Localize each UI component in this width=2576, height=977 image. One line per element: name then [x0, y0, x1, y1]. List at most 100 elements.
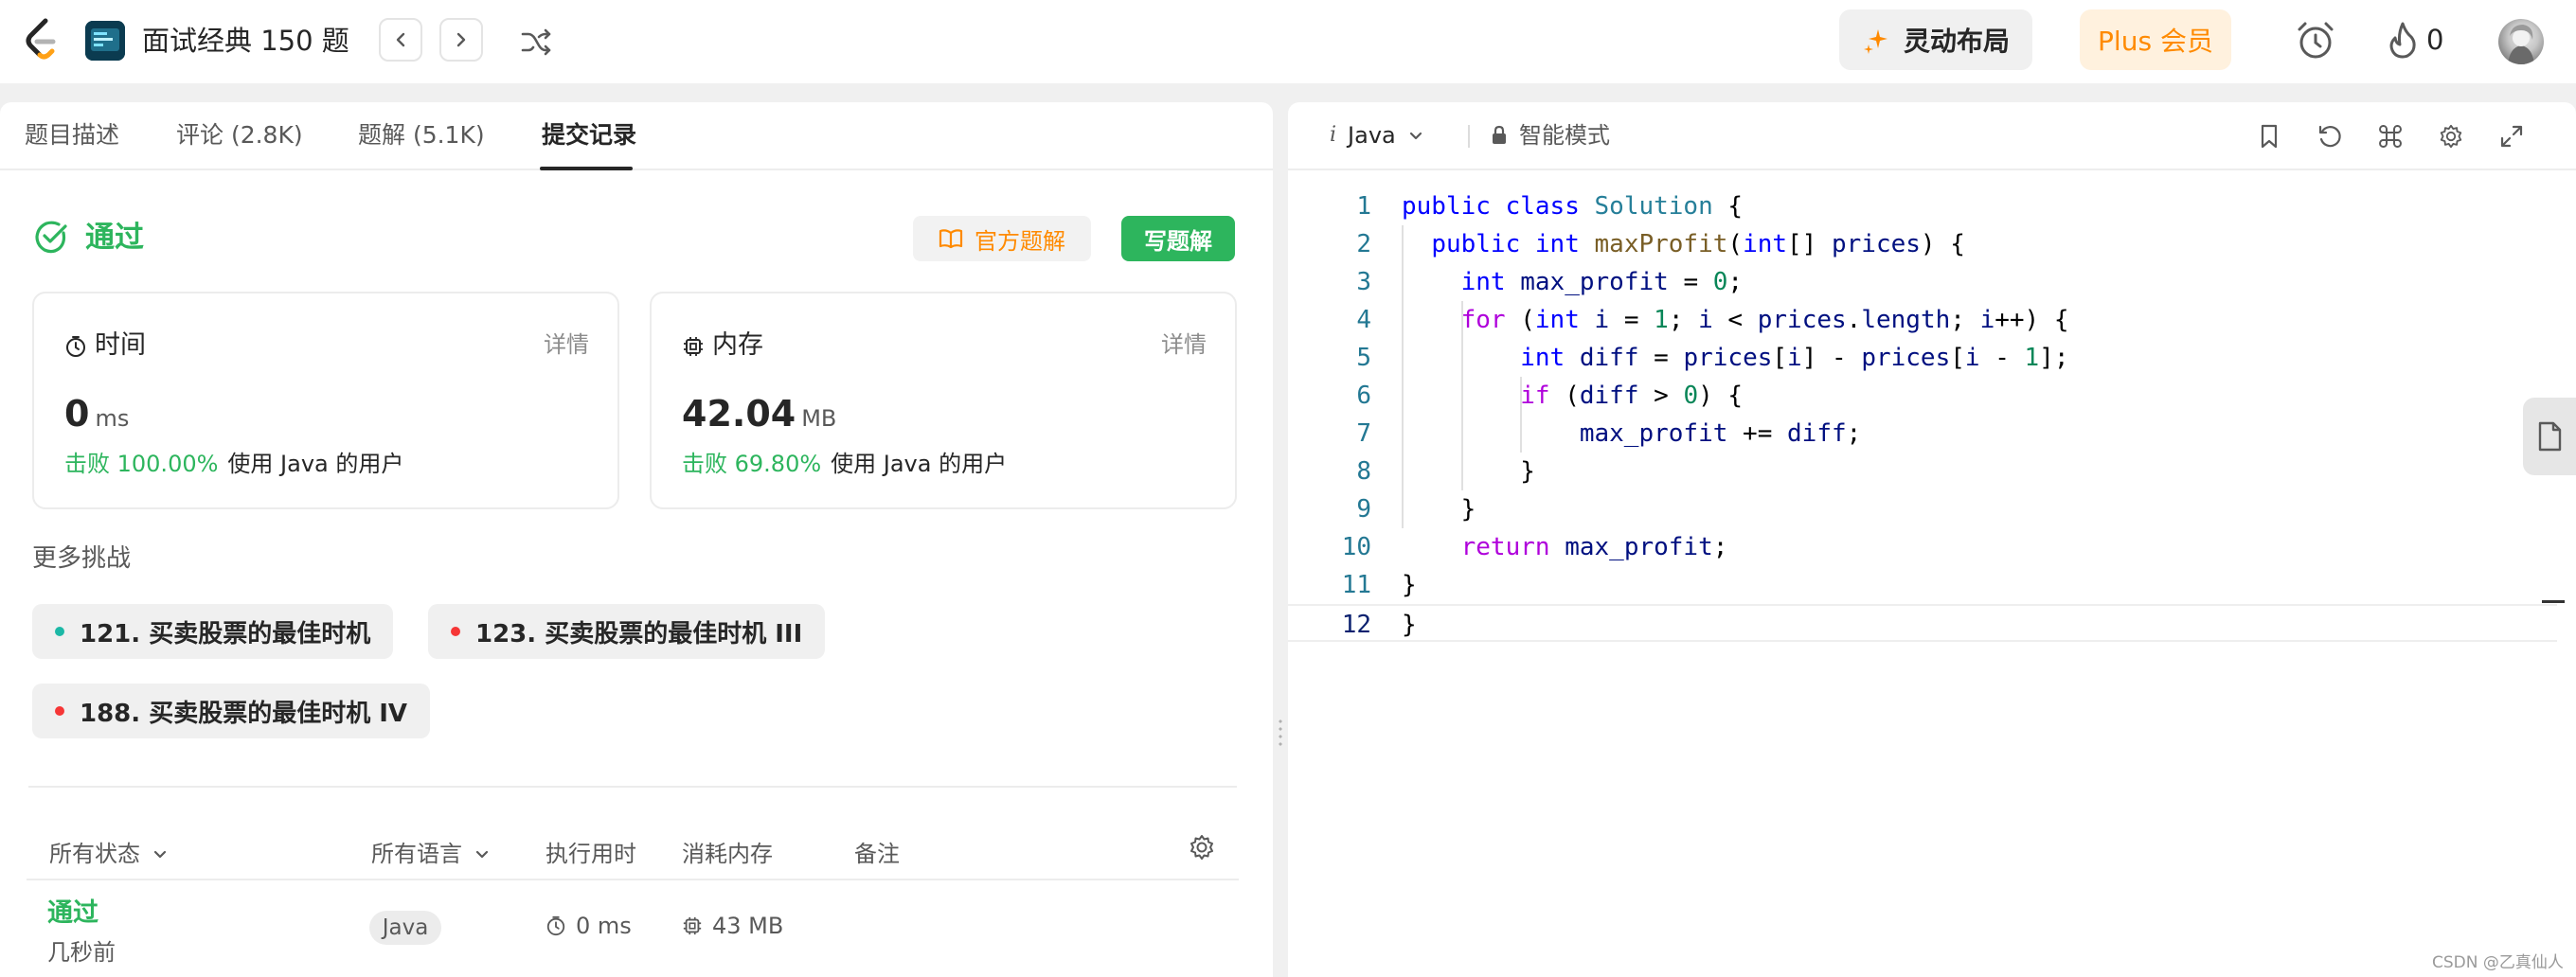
smart-mode-toggle[interactable]: 智能模式 [1491, 119, 1610, 151]
code-line[interactable]: 8 } [1288, 453, 2557, 490]
toolbar-separator [1468, 125, 1470, 148]
side-panel-toggle[interactable] [2523, 398, 2576, 475]
scroll-position-marker [2542, 600, 2565, 603]
code-line[interactable]: 6 if (diff > 0) { [1288, 377, 2557, 415]
runtime-detail-link[interactable]: 详情 [544, 328, 589, 362]
row-status[interactable]: 通过 [47, 896, 98, 932]
row-runtime-value: 0 ms [576, 913, 632, 939]
panel-tabs: 题目描述 评论 (2.8K) 题解 (5.1K) 提交记录 [0, 102, 1273, 170]
runtime-beat-percent: 击败 100.00% [64, 451, 219, 477]
dynamic-layout-button[interactable]: 灵动布局 [1839, 9, 2032, 70]
code-line[interactable]: 11} [1288, 566, 2557, 604]
notes-header: 备注 [854, 841, 900, 867]
line-number: 11 [1341, 571, 1371, 599]
row-runtime: 0 ms [546, 909, 632, 943]
runtime-number: 0 [64, 393, 90, 435]
memory-beat-desc: 使用 Java 的用户 [831, 451, 1008, 477]
chevron-down-icon [1409, 132, 1422, 140]
line-number: 10 [1341, 533, 1371, 561]
editor-toolbar: i Java 智能模式 [1288, 102, 2576, 170]
bookmark-icon[interactable] [2252, 119, 2286, 153]
table-header-divider [27, 879, 1239, 880]
line-number: 3 [1356, 268, 1371, 296]
language-filter[interactable]: 所有语言 [371, 837, 491, 871]
write-solution-button[interactable]: 写题解 [1121, 216, 1235, 261]
chevron-right-icon [456, 32, 466, 47]
tab-comments[interactable]: 评论 (2.8K) [176, 119, 303, 151]
watermark: CSDN @乙真仙人 [2432, 953, 2564, 972]
code-line-current[interactable]: 12} [1288, 604, 2557, 642]
line-number: 8 [1356, 457, 1371, 486]
gear-icon[interactable] [1188, 833, 1216, 862]
challenge-chip[interactable]: 121. 买卖股票的最佳时机 [32, 604, 394, 659]
next-question-button[interactable] [439, 18, 483, 62]
runtime-value: 0 ms [64, 390, 129, 442]
top-bar: 面试经典 150 题 灵动布局 Plus 会员 0 [0, 0, 2576, 83]
submission-panel: 题目描述 评论 (2.8K) 题解 (5.1K) 提交记录 通过 官方题解 写题… [0, 102, 1273, 977]
runtime-card[interactable]: 时间 详情 0 ms 击败 100.00% 使用 Java 的用户 [32, 292, 619, 509]
lock-icon [1493, 125, 1506, 144]
difficulty-dot [55, 627, 64, 636]
code-line[interactable]: 10 return max_profit; [1288, 528, 2557, 566]
command-shortcut-icon[interactable] [2373, 119, 2407, 153]
sparkle-icon [1864, 29, 1887, 54]
language-prefix: i [1330, 123, 1337, 147]
line-number: 7 [1356, 419, 1371, 448]
prev-question-button[interactable] [379, 18, 422, 62]
code-line[interactable]: 7 max_profit += diff; [1288, 415, 2557, 453]
code-line[interactable]: 9 } [1288, 490, 2557, 528]
runtime-header[interactable]: 执行用时 [546, 837, 636, 871]
code-line[interactable]: 4 for (int i = 1; i < prices.length; i++… [1288, 301, 2557, 339]
memory-beat: 击败 69.80% 使用 Java 的用户 [682, 447, 1007, 481]
line-number: 2 [1356, 230, 1371, 258]
settings-gear-icon[interactable] [2434, 119, 2468, 153]
active-tab-indicator [540, 167, 633, 170]
plus-member-button[interactable]: Plus 会员 [2080, 9, 2231, 70]
submissions-table-header: 所有状态 所有语言 执行用时 消耗内存 备注 [27, 827, 1239, 884]
row-language-badge: Java [369, 911, 441, 945]
code-line[interactable]: 2 public int maxProfit(int[] prices) { [1288, 225, 2557, 263]
dynamic-layout-label: 灵动布局 [1904, 26, 2011, 57]
memory-card[interactable]: 内存 详情 42.04 MB 击败 69.80% 使用 Java 的用户 [650, 292, 1237, 509]
avatar[interactable] [2498, 19, 2544, 64]
code-line[interactable]: 1 public class Solution { [1288, 187, 2557, 225]
stopwatch-icon [546, 915, 565, 936]
runtime-unit: ms [95, 405, 130, 432]
panel-resize-handle[interactable] [1273, 102, 1288, 977]
difficulty-dot [451, 627, 460, 636]
reset-icon[interactable] [2313, 119, 2347, 153]
challenge-label: 188. 买卖股票的最佳时机 IV [80, 699, 408, 728]
code-line[interactable]: 3 int max_profit = 0; [1288, 263, 2557, 301]
row-time-ago: 几秒前 [47, 939, 116, 966]
tab-description[interactable]: 题目描述 [25, 119, 119, 151]
challenge-chip[interactable]: 123. 买卖股票的最佳时机 III [428, 604, 826, 659]
memory-header[interactable]: 消耗内存 [682, 837, 773, 871]
memory-label: 内存 [712, 330, 763, 360]
study-plan-icon [85, 21, 125, 61]
line-number: 9 [1356, 495, 1371, 524]
chip-icon [684, 337, 703, 356]
fullscreen-icon[interactable] [2495, 119, 2529, 153]
code-line[interactable]: 5 int diff = prices[i] - prices[i - 1]; [1288, 339, 2557, 377]
language-filter-label: 所有语言 [371, 841, 462, 867]
code-editor[interactable]: i Java 智能模式 1 public class Solution {2 … [1288, 102, 2576, 977]
study-plan-title[interactable]: 面试经典 150 题 [142, 21, 349, 61]
chip-icon [683, 916, 702, 935]
official-solution-button[interactable]: 官方题解 [913, 216, 1091, 261]
tab-submissions[interactable]: 提交记录 [542, 119, 636, 151]
shuffle-icon[interactable] [517, 23, 555, 61]
flame-icon[interactable] [2387, 21, 2419, 59]
status-filter[interactable]: 所有状态 [49, 837, 169, 871]
stopwatch-icon [66, 336, 85, 357]
language-selector[interactable]: i Java [1330, 119, 1424, 151]
memory-unit: MB [801, 405, 837, 432]
difficulty-dot [55, 706, 64, 716]
leetcode-logo-icon[interactable] [21, 17, 63, 64]
memory-beat-percent: 击败 69.80% [682, 451, 822, 477]
memory-detail-link[interactable]: 详情 [1161, 328, 1207, 362]
result-status: 通过 [85, 221, 144, 255]
challenge-chip[interactable]: 188. 买卖股票的最佳时机 IV [32, 684, 431, 738]
alarm-clock-icon[interactable] [2294, 19, 2337, 62]
runtime-label: 时间 [95, 330, 146, 360]
tab-solutions[interactable]: 题解 (5.1K) [358, 119, 485, 151]
